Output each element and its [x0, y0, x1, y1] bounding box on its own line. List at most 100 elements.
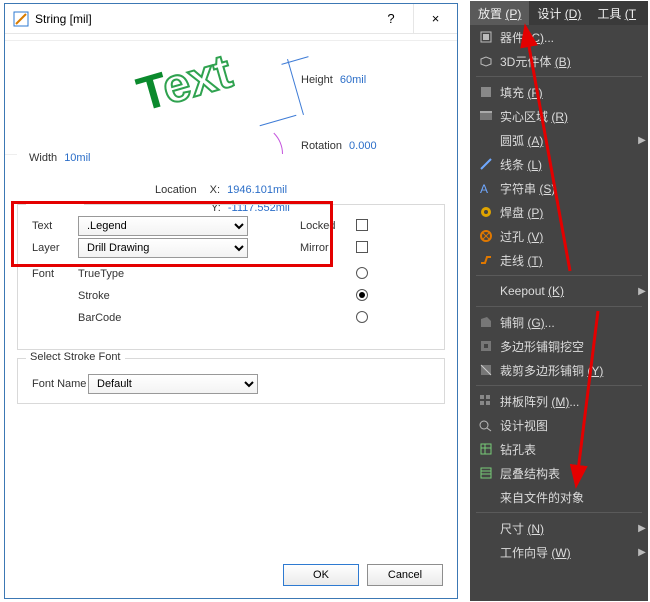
- text-combo[interactable]: .Legend: [78, 216, 248, 236]
- barcode-label: BarCode: [78, 312, 121, 324]
- polycut-icon: [476, 336, 496, 356]
- menu-item-stackup[interactable]: 层叠结构表: [470, 461, 648, 485]
- text-row: Text .Legend Locked: [18, 215, 444, 237]
- body3d-icon: [476, 51, 496, 71]
- menu-item-label: 焊盘 (P): [500, 204, 636, 221]
- stackup-icon: [476, 463, 496, 483]
- locked-checkbox[interactable]: [356, 219, 368, 231]
- menu-item-label: Keepout (K): [500, 284, 636, 298]
- ok-button[interactable]: OK: [283, 564, 359, 586]
- stroke-label: Stroke: [78, 290, 110, 302]
- truetype-radio[interactable]: [356, 267, 368, 279]
- menu-item-dim[interactable]: 尺寸 (N)▶: [470, 516, 648, 540]
- menu-separator: [476, 512, 642, 513]
- menu-item-arc[interactable]: 圆弧 (A)▶: [470, 128, 648, 152]
- menu-item-keepout[interactable]: Keepout (K)▶: [470, 279, 648, 303]
- help-button[interactable]: ?: [369, 4, 413, 34]
- height-label: Height: [301, 74, 333, 86]
- stroke-font-legend: Select Stroke Font: [26, 351, 125, 363]
- close-button[interactable]: ×: [413, 4, 457, 34]
- chevron-right-icon: ▶: [636, 523, 648, 534]
- mirror-label: Mirror: [300, 242, 356, 254]
- menu-item-label: 过孔 (V): [500, 228, 636, 245]
- layer-combo[interactable]: Drill Drawing: [78, 238, 248, 258]
- place-menu-panel: 放置 (P) 设计 (D) 工具 (T 器件 (C)... 3D元件体 (B) 填充…: [470, 1, 648, 601]
- rotation-arc: [223, 124, 283, 184]
- mirror-checkbox[interactable]: [356, 241, 368, 253]
- chevron-right-icon: ▶: [636, 135, 648, 146]
- component-icon: [476, 27, 496, 47]
- menu-item-pad[interactable]: 焊盘 (P): [470, 200, 648, 224]
- dim-icon: [476, 518, 496, 538]
- menu-item-list: 器件 (C)...3D元件体 (B)填充 (F)实心区域 (R)圆弧 (A)▶线…: [470, 25, 648, 564]
- text-label: Text: [18, 220, 78, 232]
- menu-item-label: 钻孔表: [500, 441, 636, 458]
- barcode-radio[interactable]: [356, 311, 368, 323]
- preview-area: Text Height 60mil Rotation 0.000 Width 1…: [5, 34, 457, 194]
- polytrim-icon: [476, 360, 496, 380]
- menu-item-label: 圆弧 (A): [500, 132, 636, 149]
- menu-tabs: 放置 (P) 设计 (D) 工具 (T: [470, 1, 648, 25]
- locked-label: Locked: [300, 220, 356, 232]
- truetype-label: TrueType: [78, 268, 124, 280]
- menu-item-body3d[interactable]: 3D元件体 (B): [470, 49, 648, 73]
- menu-separator: [476, 76, 642, 77]
- menu-item-via[interactable]: 过孔 (V): [470, 224, 648, 248]
- menu-item-pour[interactable]: 铺铜 (G)...: [470, 310, 648, 334]
- svg-text:A: A: [480, 182, 488, 195]
- menu-item-solid[interactable]: 实心区域 (R): [470, 104, 648, 128]
- chevron-right-icon: ▶: [636, 547, 648, 558]
- solid-icon: [476, 106, 496, 126]
- font-label: Font: [18, 268, 78, 280]
- width-field: Width 10mil: [29, 152, 90, 164]
- line-icon: [476, 154, 496, 174]
- fontname-label: Font Name: [18, 378, 88, 390]
- fontname-combo[interactable]: Default: [88, 374, 258, 394]
- menu-item-label: 设计视图: [500, 417, 636, 434]
- menu-item-label: 填充 (F): [500, 84, 636, 101]
- string-icon: A: [476, 178, 496, 198]
- menu-item-string[interactable]: A 字符串 (S): [470, 176, 648, 200]
- dim-line: [260, 115, 297, 126]
- menu-item-workguide[interactable]: 工作向导 (W)▶: [470, 540, 648, 564]
- menu-item-panel[interactable]: 拼板阵列 (M)...: [470, 389, 648, 413]
- menu-item-view[interactable]: 设计视图: [470, 413, 648, 437]
- menu-item-polytrim[interactable]: 裁剪多边形铺铜 (Y): [470, 358, 648, 382]
- menu-item-component[interactable]: 器件 (C)...: [470, 25, 648, 49]
- tab-design[interactable]: 设计 (D): [529, 1, 589, 25]
- location-x-label: X:: [210, 184, 220, 196]
- tab-tool[interactable]: 工具 (T: [589, 1, 644, 25]
- workguide-icon: [476, 542, 496, 562]
- menu-item-route[interactable]: 走线 (T): [470, 248, 648, 272]
- menu-item-fill[interactable]: 填充 (F): [470, 80, 648, 104]
- stroke-radio[interactable]: [356, 289, 368, 301]
- menu-item-label: 3D元件体 (B): [500, 53, 636, 70]
- rotation-value[interactable]: 0.000: [349, 140, 377, 152]
- menu-item-label: 拼板阵列 (M)...: [500, 393, 636, 410]
- view-icon: [476, 415, 496, 435]
- menu-item-label: 工作向导 (W): [500, 544, 636, 561]
- titlebar: String [mil] ? ×: [5, 4, 457, 34]
- menu-item-polycut[interactable]: 多边形铺铜挖空: [470, 334, 648, 358]
- height-value[interactable]: 60mil: [340, 74, 366, 86]
- height-field: Height 60mil: [301, 74, 366, 86]
- font-row-truetype: Font TrueType: [18, 263, 444, 285]
- menu-item-label: 字符串 (S): [500, 180, 636, 197]
- menu-item-drilltable[interactable]: 钻孔表: [470, 437, 648, 461]
- location-x-field: Location X: 1946.101mil: [155, 184, 287, 196]
- width-label: Width: [29, 152, 57, 164]
- layer-label: Layer: [18, 242, 78, 254]
- preview-letters-ext: ext: [156, 45, 237, 115]
- tab-place[interactable]: 放置 (P): [470, 1, 529, 25]
- menu-item-fromfile[interactable]: 来自文件的对象: [470, 485, 648, 509]
- menu-separator: [476, 385, 642, 386]
- width-value[interactable]: 10mil: [64, 152, 90, 164]
- cancel-button[interactable]: Cancel: [367, 564, 443, 586]
- arc-icon: [476, 130, 496, 150]
- menu-item-line[interactable]: 线条 (L): [470, 152, 648, 176]
- properties-group: Properties Text .Legend Locked Layer Dri…: [17, 204, 445, 350]
- fromfile-icon: [476, 487, 496, 507]
- window-title: String [mil]: [35, 12, 92, 26]
- location-x-value[interactable]: 1946.101mil: [227, 184, 287, 196]
- fill-icon: [476, 82, 496, 102]
